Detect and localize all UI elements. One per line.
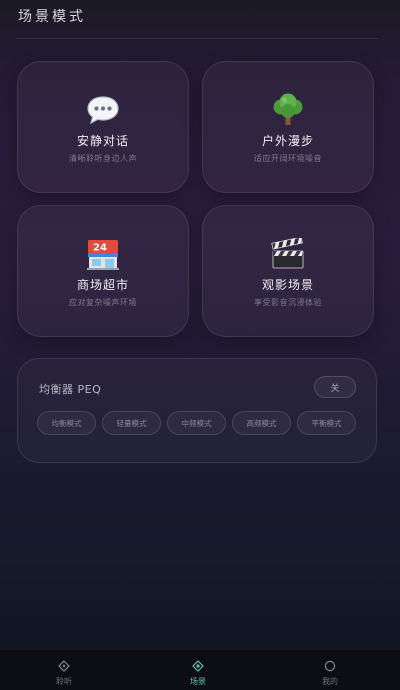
equalizer-title: 均衡器 PEQ	[39, 383, 102, 396]
equalizer-panel: 均衡器 PEQ 关 均衡模式 轻量模式 中频模式 高频模式 平衡模式	[17, 358, 377, 463]
page-title: 场景模式	[18, 9, 86, 25]
scene-card-outdoor-walk[interactable]: 户外漫步 适应开阔环境噪音	[202, 61, 374, 193]
equalizer-mode-list: 均衡模式 轻量模式 中频模式 高频模式 平衡模式	[37, 411, 356, 435]
scene-card-movie[interactable]: 观影场景 享受影音沉浸体验	[202, 205, 374, 337]
circle-outline-icon	[300, 660, 360, 672]
eq-mode-button[interactable]: 均衡模式	[37, 411, 96, 435]
scene-card-shopping-mall[interactable]: 24 商场超市 应对复杂噪声环境	[17, 205, 189, 337]
title-divider	[16, 38, 378, 39]
eq-mode-button[interactable]: 平衡模式	[297, 411, 356, 435]
scene-card-quiet-conversation[interactable]: 安静对话 清晰聆听身边人声	[17, 61, 189, 193]
svg-text:24: 24	[93, 243, 107, 254]
scene-description: 清晰聆听身边人声	[69, 154, 137, 163]
bottom-nav: 聆听 场景 我的	[0, 649, 400, 690]
clapperboard-icon	[203, 236, 373, 272]
eq-mode-button[interactable]: 高频模式	[232, 411, 291, 435]
diamond-outline-icon	[34, 660, 94, 672]
scene-name: 安静对话	[76, 134, 129, 148]
eq-mode-button[interactable]: 轻量模式	[102, 411, 161, 435]
scene-description: 适应开阔环境噪音	[254, 154, 322, 163]
scene-name: 户外漫步	[261, 134, 314, 148]
equalizer-toggle-button[interactable]: 关	[314, 376, 356, 398]
speech-bubble-icon	[18, 92, 188, 128]
scene-description: 享受影音沉浸体验	[254, 298, 322, 307]
nav-label: 聆听	[56, 677, 72, 686]
convenience-store-icon: 24	[18, 236, 188, 272]
nav-item-scenes[interactable]: 场景	[168, 660, 228, 687]
nav-label: 我的	[322, 677, 338, 686]
tree-icon	[203, 92, 373, 128]
diamond-dot-icon	[168, 660, 228, 672]
nav-item-profile[interactable]: 我的	[300, 660, 360, 687]
eq-mode-button[interactable]: 中频模式	[167, 411, 226, 435]
nav-item-listen[interactable]: 聆听	[34, 660, 94, 687]
scene-name: 观影场景	[261, 278, 314, 292]
scene-name: 商场超市	[76, 278, 129, 292]
nav-label: 场景	[190, 677, 206, 686]
scene-description: 应对复杂噪声环境	[69, 298, 137, 307]
